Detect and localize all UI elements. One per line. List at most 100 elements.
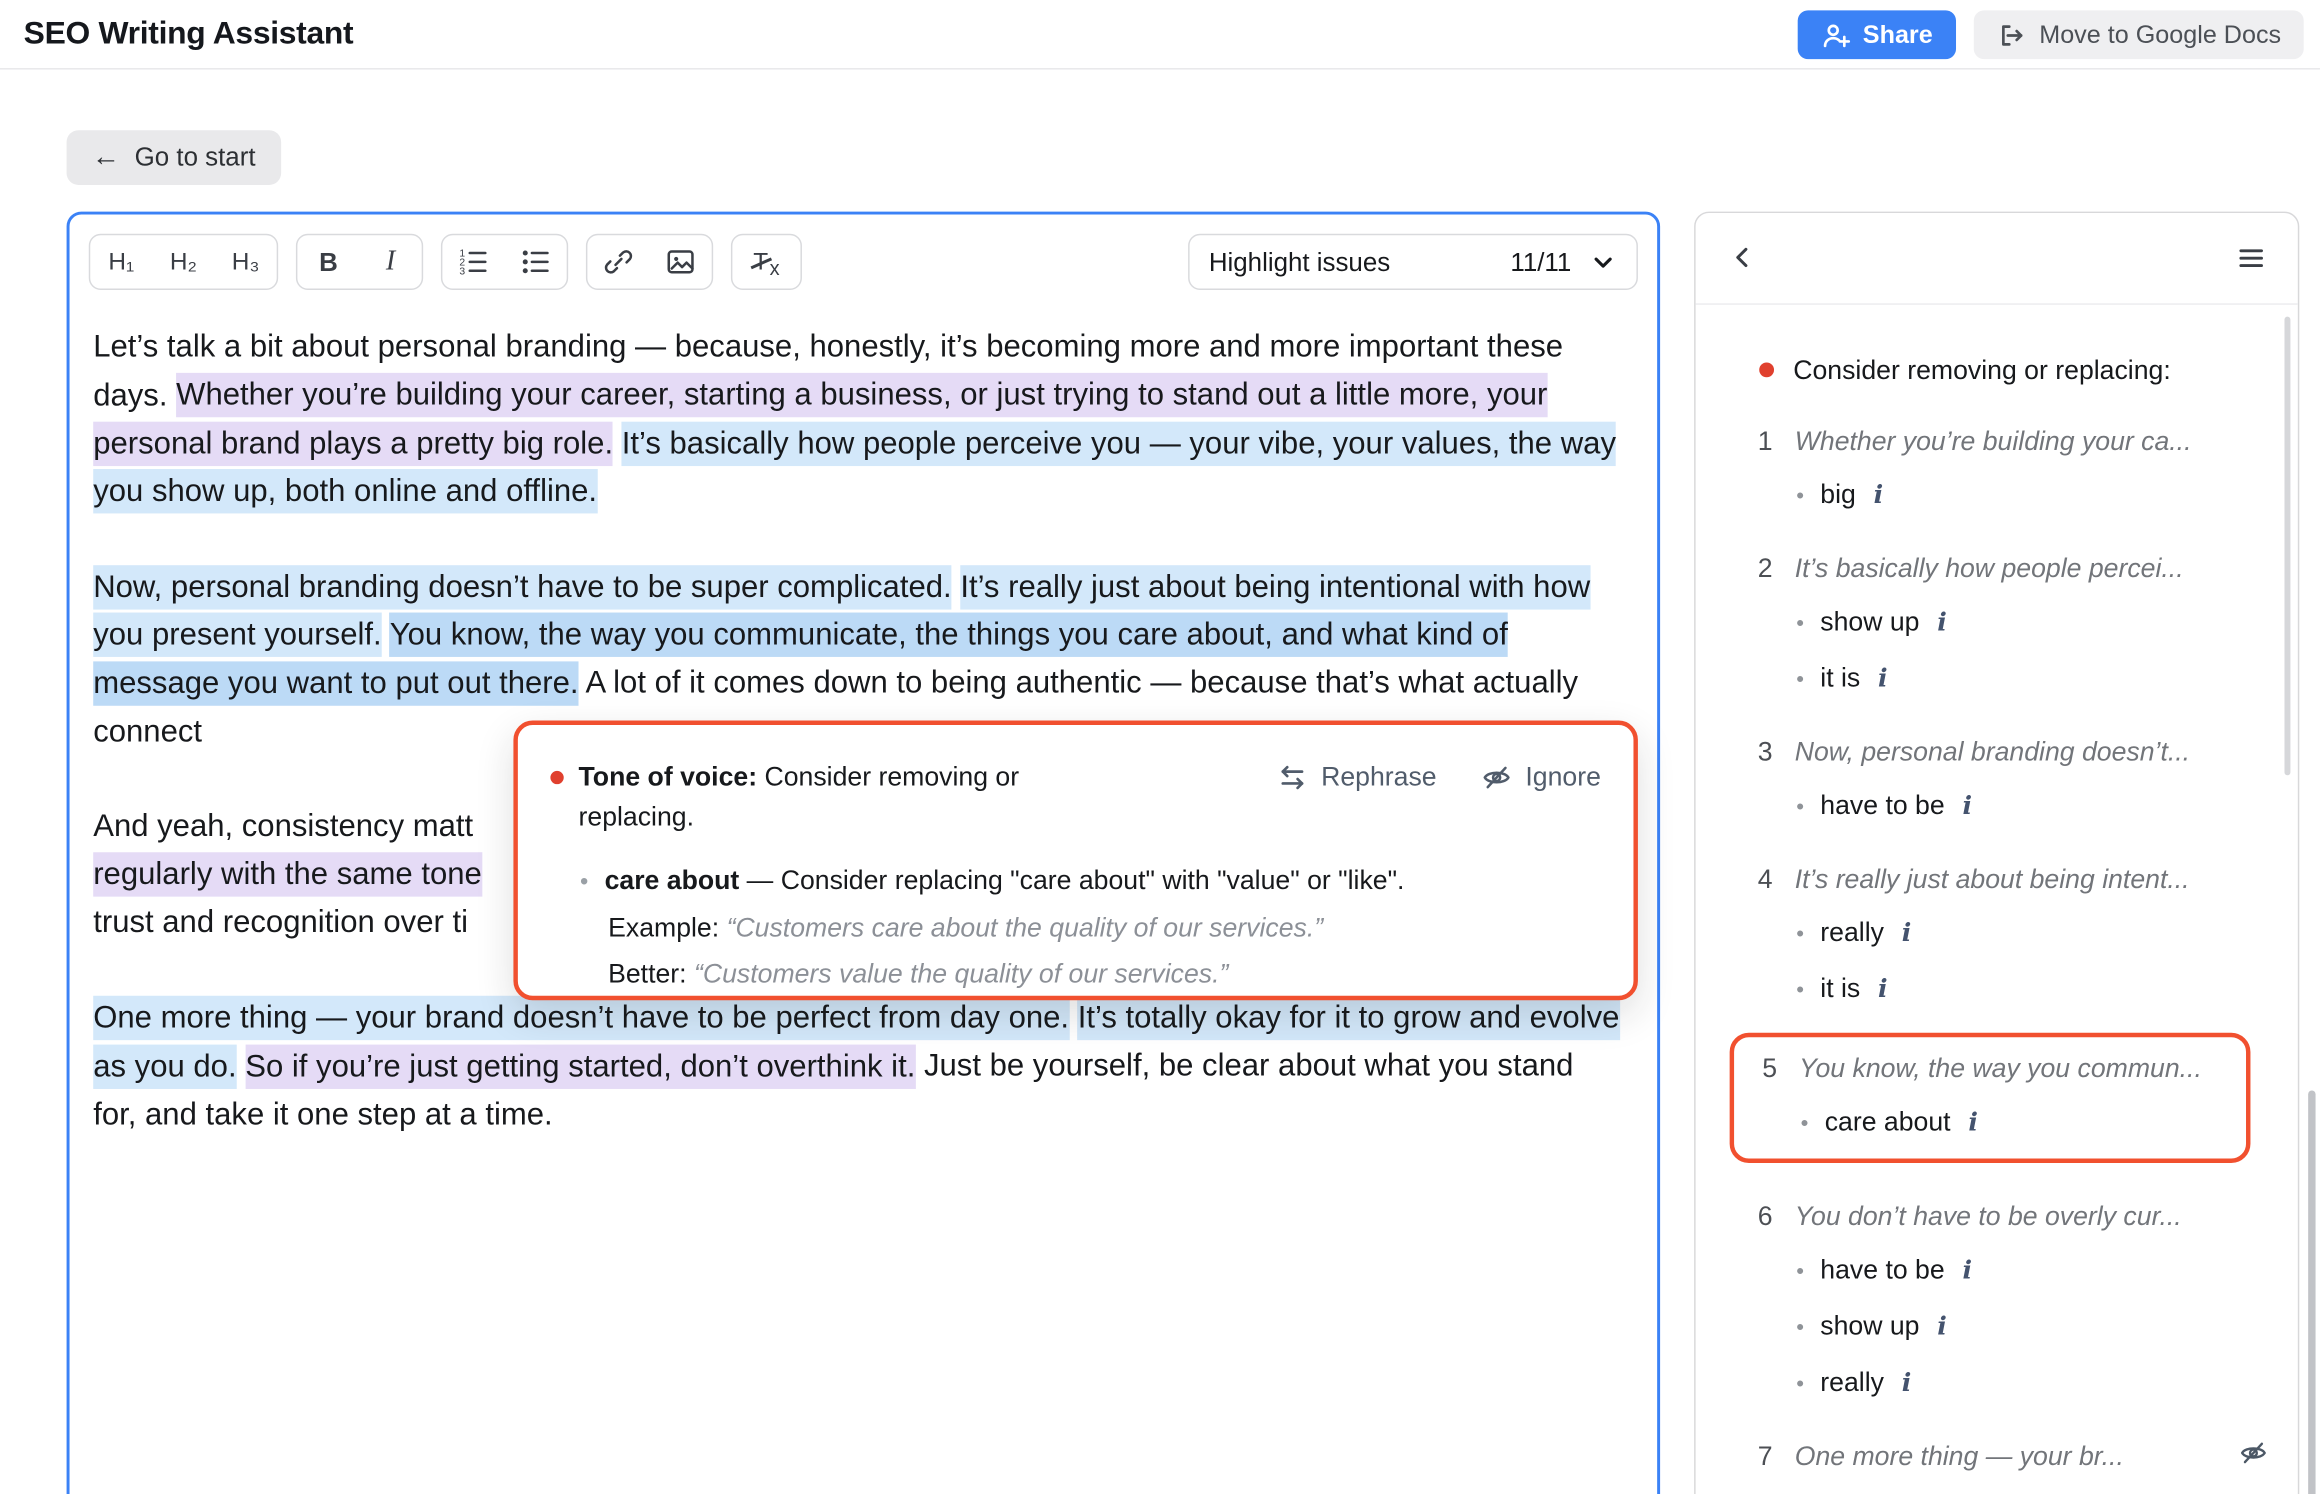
chevron-left-icon: [1728, 243, 1758, 273]
rephrase-label: Rephrase: [1321, 762, 1436, 793]
issue-keyword[interactable]: really: [1796, 914, 2268, 952]
go-to-start-label: Go to start: [135, 142, 256, 173]
issue-keyword[interactable]: have to be: [1796, 1252, 2268, 1290]
sidebar-body: Consider removing or replacing: 1Whether…: [1696, 305, 2298, 1494]
image-button[interactable]: [650, 235, 712, 288]
info-icon[interactable]: [1902, 1364, 1912, 1401]
info-icon[interactable]: [1937, 1308, 1947, 1345]
window-scrollbar[interactable]: [2308, 1090, 2315, 1494]
issue-number: 6: [1758, 1198, 1780, 1234]
issue-preview: It’s really just about being intent...: [1795, 861, 2190, 897]
eye-slash-icon: [2239, 1438, 2269, 1468]
issue-keyword[interactable]: really: [1796, 1364, 2268, 1402]
issue-keyword[interactable]: care about: [1801, 1104, 2229, 1142]
heading3-button[interactable]: H₃: [215, 235, 277, 288]
issue-keyword[interactable]: have to be: [1796, 787, 2268, 825]
issue-keyword[interactable]: show up: [1796, 1308, 2268, 1346]
info-icon[interactable]: [1874, 476, 1884, 513]
highlight-issues-label: Highlight issues: [1209, 246, 1499, 277]
example-label: Example:: [608, 913, 719, 943]
heading1-button[interactable]: H₁: [90, 235, 152, 288]
issue-highlight-blue[interactable]: Now, personal branding doesn’t have to b…: [93, 564, 951, 608]
popup-suggestion-text: — Consider replacing "care about" with "…: [747, 866, 1405, 896]
page-title: SEO Writing Assistant: [24, 16, 354, 53]
issue-preview: You know, the way you commun...: [1799, 1051, 2202, 1087]
move-to-google-docs-button[interactable]: Move to Google Docs: [1974, 10, 2303, 59]
info-icon[interactable]: [1878, 971, 1888, 1008]
issue-item-6[interactable]: 6 You don’t have to be overly cur... have…: [1758, 1198, 2268, 1402]
share-label: Share: [1863, 20, 1933, 50]
sidebar-category-row: Consider removing or replacing:: [1758, 352, 2268, 388]
popup-actions: Rephrase Ignore: [1277, 758, 1601, 798]
bullet-icon: [1801, 1104, 1809, 1142]
issue-highlight-purple[interactable]: regularly with the same tone: [93, 852, 482, 896]
share-button[interactable]: Share: [1798, 10, 1957, 59]
issue-highlight-purple[interactable]: So if you’re just getting started, don’t…: [245, 1044, 915, 1088]
suggestion-popup: Tone of voice: Consider removing or repl…: [513, 721, 1637, 1001]
italic-button[interactable]: I: [360, 235, 422, 288]
clear-formatting-button[interactable]: Tx: [732, 235, 800, 288]
info-icon[interactable]: [1937, 604, 1947, 641]
bold-button[interactable]: B: [297, 235, 359, 288]
info-icon[interactable]: [1962, 787, 1972, 824]
issue-item-2[interactable]: 2It’s basically how people percei... sho…: [1758, 550, 2268, 698]
menu-button[interactable]: [2230, 237, 2271, 278]
clear-format-group: Tx: [731, 234, 802, 290]
text-segment: [952, 570, 961, 604]
highlight-issues-dropdown[interactable]: Highlight issues 11/11: [1188, 234, 1638, 290]
popup-header: Tone of voice: Consider removing or repl…: [518, 725, 1634, 837]
insert-button-group: [586, 234, 713, 290]
info-icon[interactable]: [1968, 1104, 1978, 1141]
popup-example-row: Example: “Customers care about the quali…: [608, 908, 1604, 948]
info-icon[interactable]: [1962, 1252, 1972, 1289]
info-icon[interactable]: [1902, 914, 1912, 951]
issue-preview: One more thing — your br...: [1795, 1438, 2124, 1474]
bullet-icon: [1796, 787, 1804, 825]
link-button[interactable]: [587, 235, 649, 288]
issues-sidebar: Consider removing or replacing: 1Whether…: [1694, 212, 2299, 1494]
issue-number: 3: [1758, 734, 1780, 770]
go-to-start-button[interactable]: ← Go to start: [67, 130, 281, 185]
text-segment: [237, 1049, 246, 1083]
issue-keyword[interactable]: big: [1796, 476, 2268, 514]
bullet-icon: [1796, 1364, 1804, 1402]
issue-number: 2: [1758, 550, 1780, 586]
rephrase-button[interactable]: Rephrase: [1277, 758, 1437, 798]
chevron-down-icon: [1589, 248, 1617, 276]
issue-keyword[interactable]: show up: [1796, 604, 2268, 642]
highlight-issues-count: 11/11: [1510, 246, 1571, 277]
collapse-sidebar-button[interactable]: [1722, 237, 1763, 278]
bullet-list-button[interactable]: [505, 235, 567, 288]
issue-item-7[interactable]: 7One more thing — your br... have to be: [1758, 1438, 2268, 1494]
hamburger-icon: [2235, 242, 2266, 273]
popup-message: Tone of voice: Consider removing or repl…: [579, 758, 1097, 838]
issue-item-5-selected[interactable]: 5You know, the way you commun... care ab…: [1730, 1033, 2251, 1163]
example-quote: “Customers care about the quality of our…: [727, 913, 1324, 943]
bullet-icon: [1796, 604, 1804, 642]
issue-number: 1: [1758, 423, 1780, 459]
issue-preview: You don’t have to be overly cur...: [1795, 1198, 2182, 1234]
bullet-list-icon: [519, 246, 552, 279]
ignored-indicator[interactable]: [2239, 1438, 2269, 1476]
sidebar-scrollbar[interactable]: [2284, 317, 2290, 776]
ignore-button[interactable]: Ignore: [1481, 758, 1601, 798]
issue-keyword[interactable]: it is: [1796, 660, 2268, 698]
issue-item-4[interactable]: 4It’s really just about being intent... …: [1758, 861, 2268, 1009]
arrow-left-icon: ←: [92, 144, 120, 172]
bullet-icon: [1796, 660, 1804, 698]
sidebar-header: [1696, 213, 2298, 305]
ordered-list-button[interactable]: 1 2 3: [442, 235, 504, 288]
popup-suggestion-row: care about — Consider replacing "care ab…: [580, 861, 1604, 902]
issue-keyword[interactable]: it is: [1796, 971, 2268, 1009]
popup-better-row: Better: “Customers value the quality of …: [608, 954, 1604, 994]
issue-item-3[interactable]: 3Now, personal branding doesn’t... have …: [1758, 734, 2268, 826]
sidebar-category-label: Consider removing or replacing:: [1793, 352, 2170, 388]
popup-term: care about: [605, 866, 740, 896]
issue-dot: [550, 771, 563, 784]
issue-item-1[interactable]: 1Whether you’re building your ca... big: [1758, 423, 2268, 515]
heading2-button[interactable]: H₂: [152, 235, 214, 288]
issue-highlight-blue[interactable]: One more thing — your brand doesn’t have…: [93, 996, 1069, 1040]
bullet-icon: [1796, 476, 1804, 514]
info-icon[interactable]: [1878, 660, 1888, 697]
bullet-icon: [1796, 1252, 1804, 1290]
